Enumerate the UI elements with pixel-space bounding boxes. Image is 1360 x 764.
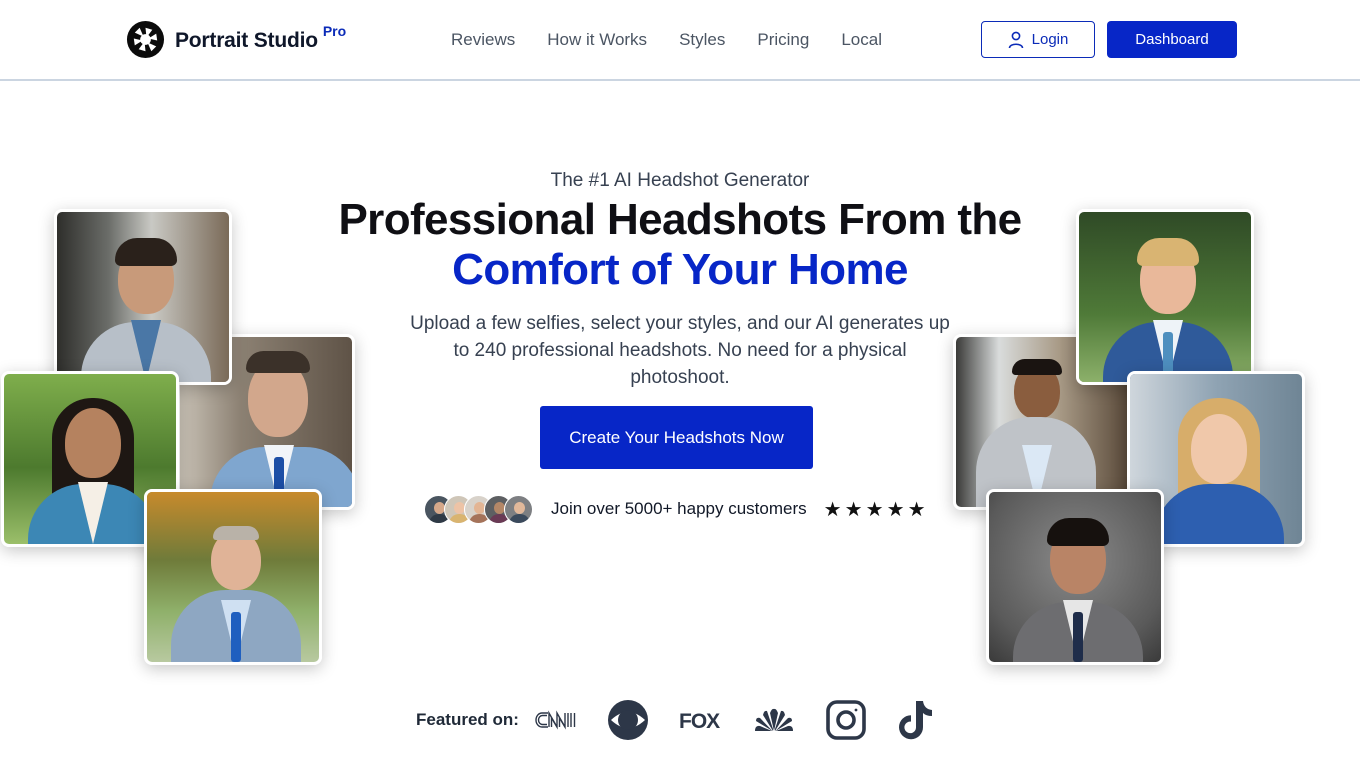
main-nav: Reviews How it Works Styles Pricing Loca… — [451, 30, 914, 50]
nav-local[interactable]: Local — [841, 30, 882, 50]
instagram-logo — [825, 699, 867, 741]
site-header: Portrait Studio Pro Reviews How it Works… — [0, 0, 1360, 81]
login-button[interactable]: Login — [981, 21, 1095, 58]
social-proof-text: Join over 5000+ happy customers — [551, 499, 807, 518]
star-icon: ★ — [823, 498, 843, 521]
fox-wordmark: FOX — [679, 710, 721, 732]
nbc-peacock-icon — [754, 708, 793, 731]
star-icon: ★ — [907, 498, 927, 521]
social-proof: Join over 5000+ happy customers ★ ★ ★ ★ … — [424, 494, 928, 524]
nav-how-it-works[interactable]: How it Works — [547, 30, 647, 50]
cbs-logo — [607, 699, 649, 741]
cnn-icon — [535, 710, 576, 730]
instagram-icon — [826, 700, 866, 740]
login-label: Login — [1031, 31, 1069, 48]
rating-stars: ★ ★ ★ ★ ★ — [823, 497, 928, 522]
tiktok-logo — [897, 699, 935, 741]
cbs-eye-icon — [607, 700, 648, 740]
hero-eyebrow: The #1 AI Headshot Generator — [550, 170, 810, 191]
headshot-man-blond — [1076, 209, 1254, 385]
brand-name: Portrait Studio — [175, 28, 318, 52]
nbc-logo — [753, 707, 795, 733]
featured-on: Featured on: FOX — [416, 698, 965, 742]
create-headshots-button[interactable]: Create Your Headshots Now — [540, 406, 813, 469]
headshot-man-office — [54, 209, 232, 385]
camera-aperture-icon — [126, 20, 165, 59]
fox-logo: FOX — [679, 708, 723, 732]
hero-description: Upload a few selfies, select your styles… — [410, 313, 950, 388]
tiktok-icon — [898, 701, 932, 740]
avatar — [504, 494, 533, 524]
nav-styles[interactable]: Styles — [679, 30, 725, 50]
brand-logo[interactable]: Portrait Studio Pro — [126, 20, 346, 59]
headshot-man-glasses — [144, 489, 322, 665]
dashboard-button[interactable]: Dashboard — [1107, 21, 1237, 58]
svg-text:FOX: FOX — [679, 710, 720, 732]
headshot-man-dark-bg — [986, 489, 1164, 665]
brand-badge: Pro — [322, 22, 347, 39]
star-icon: ★ — [886, 498, 906, 521]
star-icon: ★ — [865, 498, 885, 521]
star-icon: ★ — [844, 498, 864, 521]
user-icon — [1008, 31, 1023, 48]
cnn-logo — [535, 709, 577, 731]
featured-label: Featured on: — [416, 710, 519, 729]
nav-pricing[interactable]: Pricing — [757, 30, 809, 50]
nav-reviews[interactable]: Reviews — [451, 30, 515, 50]
hero-headline-line1: Professional Headshots From the — [338, 195, 1022, 244]
customer-avatars — [424, 494, 533, 524]
